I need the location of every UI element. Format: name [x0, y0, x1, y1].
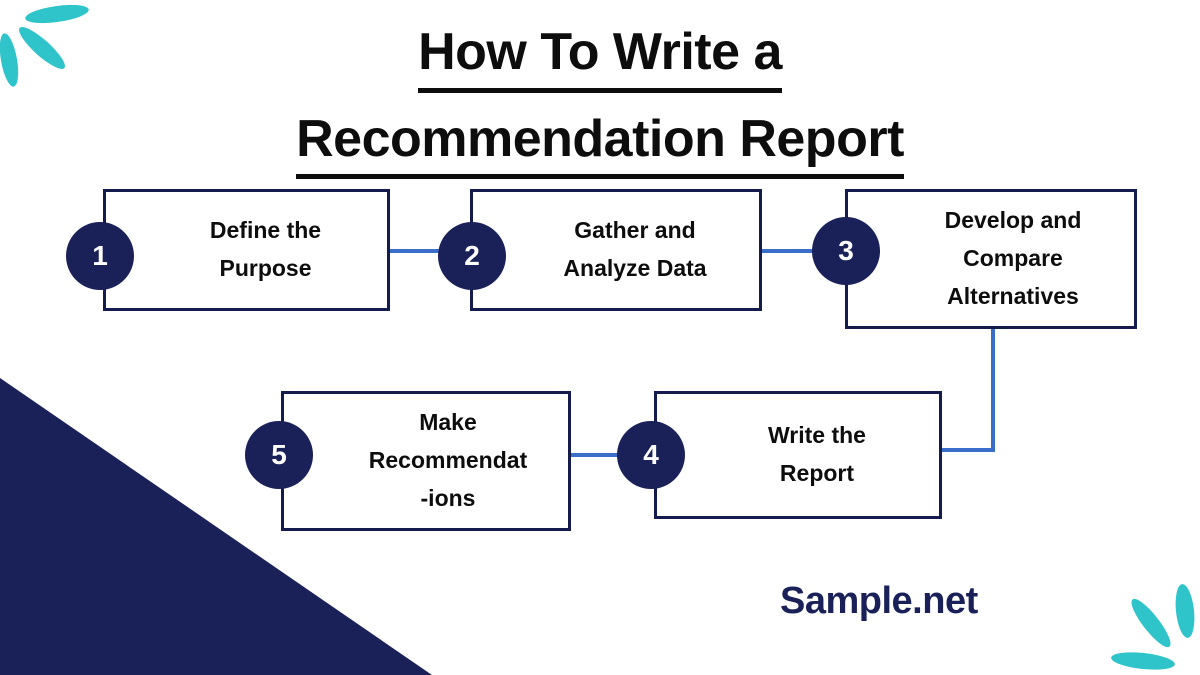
infographic-canvas: How To Write a Recommendation Report Def… — [0, 0, 1200, 675]
step-number-1: 1 — [92, 240, 108, 271]
step-label-5: Make Recommendat -ions — [368, 409, 528, 511]
step-number-4: 4 — [643, 439, 659, 470]
step-badge-5[interactable]: 5 — [245, 421, 313, 489]
step-box-3[interactable]: Develop and Compare Alternatives — [845, 189, 1137, 329]
step-badge-1[interactable]: 1 — [66, 222, 134, 290]
brand-logo-text: Sample.net — [780, 580, 978, 622]
step-badge-2[interactable]: 2 — [438, 222, 506, 290]
step-box-5[interactable]: Make Recommendat -ions — [281, 391, 571, 531]
flow-connectors — [390, 249, 995, 457]
step-label-4: Write the Report — [768, 422, 866, 486]
step-badge-3[interactable]: 3 — [812, 217, 880, 285]
step-number-3: 3 — [838, 235, 854, 266]
step-box-4[interactable]: Write the Report — [654, 391, 942, 519]
step-box-1[interactable]: Define the Purpose — [103, 189, 390, 311]
connector-3-to-4 — [941, 328, 995, 452]
step-label-3: Develop and Compare Alternatives — [944, 207, 1082, 309]
step-badge-4[interactable]: 4 — [617, 421, 685, 489]
step-label-1: Define the Purpose — [209, 217, 322, 281]
step-box-2[interactable]: Gather and Analyze Data — [470, 189, 762, 311]
step-number-2: 2 — [464, 240, 480, 271]
step-label-2: Gather and Analyze Data — [563, 217, 707, 281]
step-number-5: 5 — [271, 439, 287, 470]
